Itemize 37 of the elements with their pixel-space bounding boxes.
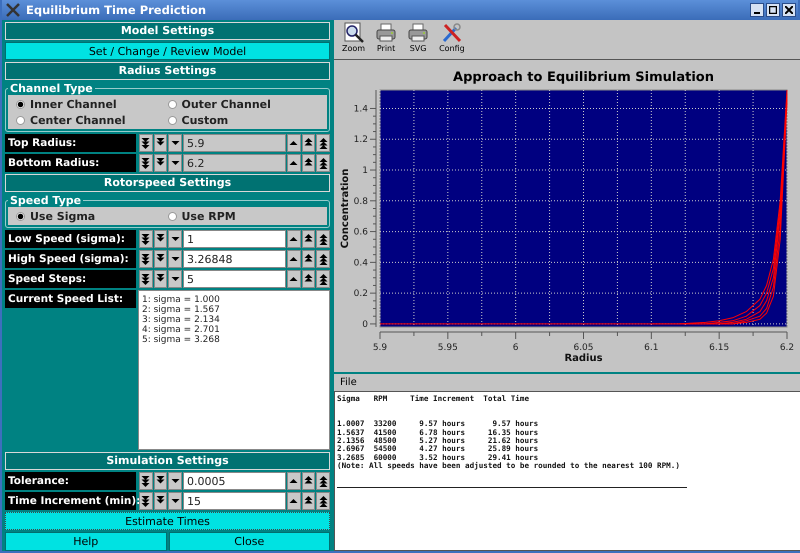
group-title: Channel Type — [9, 82, 94, 95]
tick-label: 1.4 — [354, 104, 368, 114]
tick-label: 6.15 — [709, 343, 730, 353]
chart-title: Approach to Equilibrium Simulation — [453, 70, 714, 85]
field-label: Top Radius: — [5, 134, 136, 152]
field-label: Tolerance: — [5, 472, 136, 490]
window-title: Equilibrium Time Prediction — [26, 3, 208, 17]
section-header: Radius Settings — [5, 62, 330, 80]
tick-label: 0.2 — [354, 289, 368, 300]
list-item: 5: sigma = 3.268 — [142, 335, 221, 345]
tick-label: 5.9 — [372, 343, 388, 353]
field-label: Bottom Radius: — [5, 154, 136, 172]
list-item: 2: sigma = 1.567 — [142, 305, 221, 315]
section-header: Simulation Settings — [5, 452, 330, 470]
tick-label: 6.1 — [644, 343, 658, 353]
tick-label: 5.95 — [438, 343, 458, 353]
tick-label: 6 — [512, 343, 519, 353]
list-item: 4: sigma = 2.701 — [142, 325, 221, 335]
field-label: Current Speed List: — [5, 290, 136, 308]
tick-label: 1 — [362, 166, 368, 176]
axis-label: Radius — [564, 353, 603, 364]
tick-label: 0.4 — [354, 258, 368, 268]
tick-label: 0.6 — [354, 228, 368, 238]
tick-label: 6.05 — [573, 343, 594, 353]
tick-label: 0.8 — [354, 196, 368, 207]
section-header: Rotorspeed Settings — [5, 174, 330, 192]
list-item: 3: sigma = 2.134 — [142, 315, 221, 325]
field-label: Low Speed (sigma): — [5, 230, 136, 248]
list-item: 1: sigma = 1.000 — [142, 295, 221, 305]
tick-label: 0 — [362, 320, 368, 330]
axis-label: Concentration — [340, 168, 351, 248]
field-label: High Speed (sigma): — [5, 250, 136, 268]
tick-label: 1.2 — [354, 135, 368, 146]
tick-label: 6.2 — [780, 343, 794, 353]
group-title: Speed Type — [9, 194, 82, 207]
field-label: Speed Steps: — [5, 270, 136, 288]
section-header: Model Settings — [5, 22, 330, 40]
